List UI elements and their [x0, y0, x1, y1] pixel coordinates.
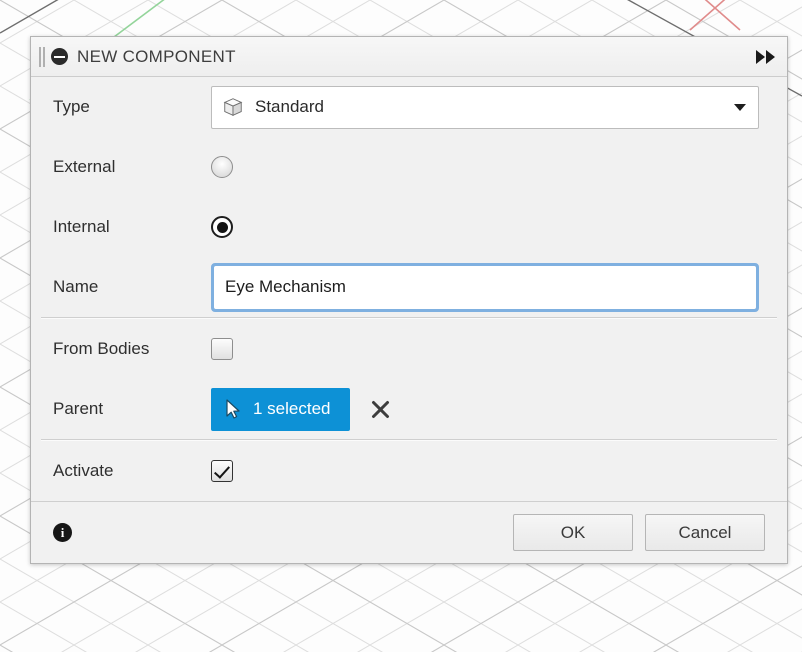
row-internal: Internal [31, 197, 787, 257]
name-field [211, 262, 787, 312]
type-field: Standard [211, 85, 787, 129]
row-external: External [31, 137, 787, 197]
cube-icon [223, 98, 243, 116]
parent-label: Parent [53, 399, 104, 418]
fast-forward-icon[interactable] [756, 49, 775, 64]
external-label: External [53, 157, 116, 176]
type-label: Type [53, 97, 90, 116]
dialog-footer: i OK Cancel [31, 501, 787, 563]
row-type: Type Standard [31, 77, 787, 137]
name-input-focus-ring [211, 262, 759, 312]
close-x-icon[interactable] [366, 394, 396, 424]
row-from-bodies: From Bodies [31, 319, 787, 379]
close-x-glyph [372, 400, 389, 418]
dialog-body: Type Standard External Internal Name Eye… [31, 77, 787, 501]
row-name: Name [31, 257, 787, 317]
row-parent: Parent 1 selected [31, 379, 787, 439]
type-dropdown[interactable]: Standard [211, 85, 759, 129]
info-icon[interactable]: i [53, 523, 72, 542]
activate-checkbox[interactable] [211, 460, 233, 482]
cancel-button[interactable]: Cancel [645, 514, 765, 551]
minus-circle-icon[interactable] [51, 48, 68, 65]
from-bodies-label: From Bodies [53, 339, 150, 358]
internal-field [211, 216, 787, 238]
from-bodies-field [211, 338, 787, 360]
from-bodies-checkbox[interactable] [211, 338, 233, 360]
new-component-dialog[interactable]: NEW COMPONENT Type Standard External Int… [30, 36, 788, 564]
activate-field [211, 460, 787, 482]
name-input[interactable] [214, 265, 756, 309]
name-label: Name [53, 277, 99, 296]
ok-button[interactable]: OK [513, 514, 633, 551]
dialog-title: NEW COMPONENT [77, 46, 236, 66]
internal-radio[interactable] [211, 216, 233, 238]
internal-label: Internal [53, 217, 110, 236]
type-value: Standard [255, 97, 324, 116]
cursor-arrow-icon [226, 399, 240, 419]
parent-select-button[interactable]: 1 selected [211, 387, 350, 431]
chevron-down-icon[interactable] [734, 103, 746, 111]
external-radio[interactable] [211, 156, 233, 178]
drag-grip-icon[interactable] [37, 46, 47, 68]
dialog-titlebar[interactable]: NEW COMPONENT [31, 37, 787, 77]
parent-select-label: 1 selected [253, 399, 331, 418]
row-activate: Activate [31, 441, 787, 501]
activate-label: Activate [53, 461, 114, 480]
parent-field: 1 selected [211, 387, 787, 431]
external-field [211, 156, 787, 178]
